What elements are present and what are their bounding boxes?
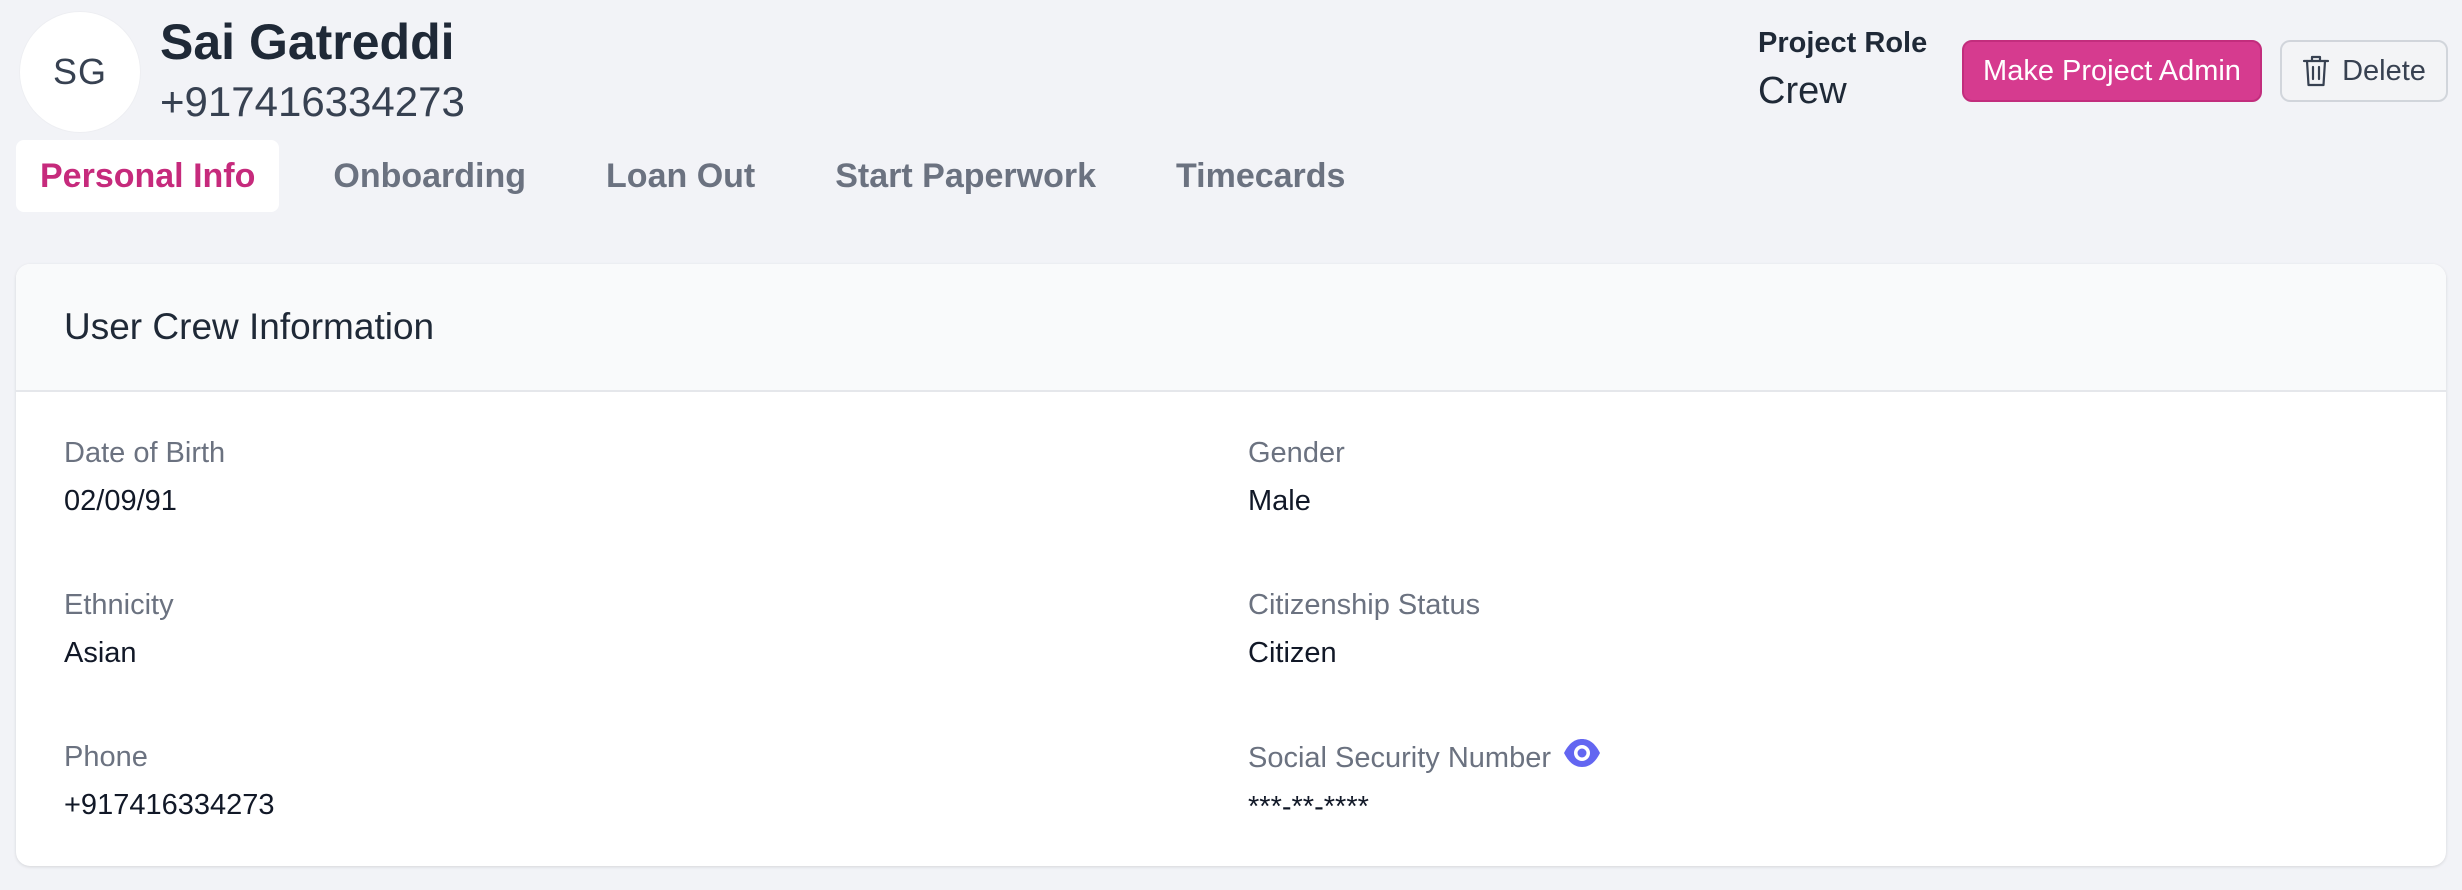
tab-timecards[interactable]: Timecards bbox=[1152, 140, 1369, 212]
field-gender: Gender Male bbox=[1248, 434, 2248, 520]
user-name: Sai Gatreddi bbox=[160, 14, 455, 70]
tab-bar: Personal Info Onboarding Loan Out Start … bbox=[16, 140, 1401, 212]
field-date-of-birth: Date of Birth 02/09/91 bbox=[64, 434, 1064, 520]
page-header: SG Sai Gatreddi +917416334273 Project Ro… bbox=[0, 0, 2462, 140]
project-role: Project Role Crew bbox=[1758, 24, 1958, 116]
make-project-admin-label: Make Project Admin bbox=[1983, 54, 2241, 87]
tab-label: Personal Info bbox=[40, 156, 256, 195]
field-ethnicity: Ethnicity Asian bbox=[64, 586, 1064, 672]
field-value: ***-**-**** bbox=[1248, 791, 1369, 823]
delete-label: Delete bbox=[2342, 54, 2426, 87]
field-label: Social Security Number bbox=[1248, 742, 1551, 774]
tab-label: Timecards bbox=[1176, 156, 1346, 195]
field-label: Gender bbox=[1248, 437, 1345, 469]
tab-personal-info[interactable]: Personal Info bbox=[16, 140, 280, 212]
project-role-value: Crew bbox=[1758, 70, 1847, 112]
project-role-label: Project Role bbox=[1758, 27, 1928, 59]
field-value: Male bbox=[1248, 485, 1311, 517]
field-value: 02/09/91 bbox=[64, 485, 177, 517]
field-citizenship-status: Citizenship Status Citizen bbox=[1248, 586, 2248, 672]
card-title: User Crew Information bbox=[64, 306, 435, 347]
trash-icon bbox=[2302, 54, 2330, 88]
field-value: +917416334273 bbox=[64, 789, 275, 821]
delete-button[interactable]: Delete bbox=[2280, 40, 2448, 102]
field-label: Citizenship Status bbox=[1248, 589, 1481, 621]
tab-onboarding[interactable]: Onboarding bbox=[309, 140, 550, 212]
field-label-row: Social Security Number bbox=[1248, 738, 2248, 778]
avatar: SG bbox=[20, 12, 140, 132]
field-value: Asian bbox=[64, 637, 137, 669]
field-social-security-number: Social Security Number ***-**-**** bbox=[1248, 738, 2248, 826]
user-phone: +917416334273 bbox=[160, 78, 465, 125]
field-value: Citizen bbox=[1248, 637, 1337, 669]
card-header: User Crew Information bbox=[16, 264, 2446, 392]
field-label: Ethnicity bbox=[64, 589, 174, 621]
field-label: Phone bbox=[64, 741, 148, 773]
eye-icon[interactable] bbox=[1563, 738, 1601, 778]
avatar-initials: SG bbox=[52, 51, 107, 92]
tab-label: Start Paperwork bbox=[835, 156, 1096, 195]
user-crew-info-card: User Crew Information Date of Birth 02/0… bbox=[16, 264, 2446, 866]
tab-loan-out[interactable]: Loan Out bbox=[582, 140, 779, 212]
tab-label: Loan Out bbox=[606, 156, 756, 195]
tab-start-paperwork[interactable]: Start Paperwork bbox=[811, 140, 1120, 212]
field-label: Date of Birth bbox=[64, 437, 226, 469]
make-project-admin-button[interactable]: Make Project Admin bbox=[1962, 40, 2262, 102]
tab-label: Onboarding bbox=[333, 156, 527, 195]
field-phone: Phone +917416334273 bbox=[64, 738, 1064, 824]
